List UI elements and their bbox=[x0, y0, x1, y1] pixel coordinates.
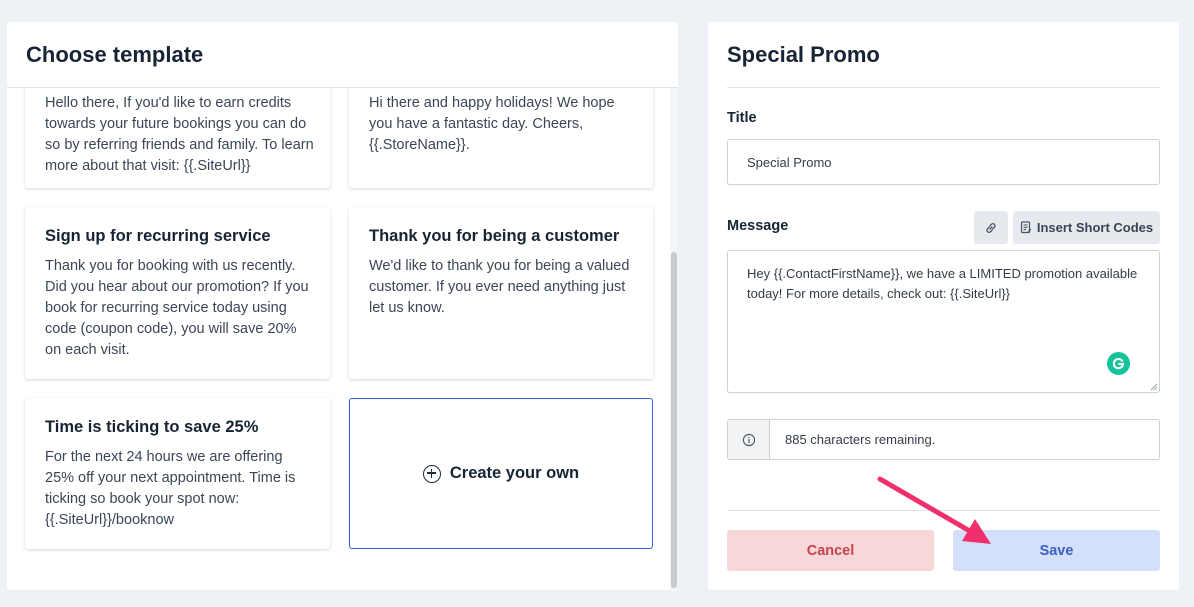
template-card-recurring[interactable]: Sign up for recurring service Thank you … bbox=[25, 207, 330, 379]
template-card-body: Hi there and happy holidays! We hope you… bbox=[369, 95, 615, 153]
info-icon bbox=[742, 433, 755, 446]
create-your-own-label: Create your own bbox=[449, 464, 580, 482]
template-card-body: For the next 24 hours we are offering 25… bbox=[45, 449, 296, 528]
template-chooser-panel: Choose template Hello there, If you'd li… bbox=[7, 22, 678, 590]
grammarly-icon[interactable] bbox=[1107, 352, 1130, 375]
template-card-thank-you[interactable]: Thank you for being a customer We'd like… bbox=[349, 207, 653, 379]
template-card-referral[interactable]: Hello there, If you'd like to earn credi… bbox=[25, 88, 330, 188]
template-list: Hello there, If you'd like to earn credi… bbox=[7, 88, 669, 590]
insert-short-codes-button[interactable]: Insert Short Codes bbox=[1013, 211, 1160, 244]
message-label: Message bbox=[727, 218, 789, 234]
template-chooser-header: Choose template bbox=[7, 22, 678, 88]
template-chooser-title: Choose template bbox=[26, 42, 204, 67]
create-your-own-card[interactable]: Create your own bbox=[349, 398, 653, 549]
template-list-scrollbar[interactable] bbox=[670, 88, 678, 590]
template-card-body: Thank you for booking with us recently. … bbox=[45, 258, 309, 358]
template-card-body: Hello there, If you'd like to earn credi… bbox=[45, 95, 314, 174]
template-card-title: Thank you for being a customer bbox=[369, 227, 620, 245]
template-card-time-ticking[interactable]: Time is ticking to save 25% For the next… bbox=[25, 398, 330, 549]
create-your-own-content: Create your own bbox=[422, 464, 580, 483]
editor-title: Special Promo bbox=[727, 42, 880, 67]
insert-short-codes-label: Insert Short Codes bbox=[1036, 220, 1154, 235]
characters-remaining-text: 885 characters remaining. bbox=[785, 432, 936, 447]
template-card-body: We'd like to thank you for being a value… bbox=[369, 258, 630, 316]
header-divider bbox=[727, 87, 1160, 88]
message-text: Hey {{.ContactFirstName}}, we have a LIM… bbox=[747, 266, 1138, 301]
title-label: Title bbox=[727, 110, 757, 126]
insert-link-button[interactable] bbox=[974, 211, 1008, 244]
plus-circle-icon bbox=[422, 464, 441, 483]
link-icon bbox=[986, 222, 996, 233]
info-cell bbox=[728, 420, 770, 459]
resize-grip-icon[interactable] bbox=[1149, 382, 1158, 391]
grammarly-g-glyph bbox=[1112, 358, 1125, 370]
template-card-holidays[interactable]: Hi there and happy holidays! We hope you… bbox=[349, 88, 653, 188]
message-textarea[interactable]: Hey {{.ContactFirstName}}, we have a LIM… bbox=[727, 250, 1160, 393]
template-editor-panel: Special Promo Title Message Insert Short… bbox=[708, 22, 1179, 590]
save-button[interactable]: Save bbox=[953, 530, 1160, 571]
characters-remaining-box: 885 characters remaining. bbox=[727, 419, 1160, 460]
document-icon bbox=[1020, 221, 1032, 234]
footer-divider bbox=[727, 510, 1160, 511]
title-input[interactable] bbox=[727, 139, 1160, 185]
scrollbar-thumb[interactable] bbox=[671, 252, 677, 588]
template-card-title: Sign up for recurring service bbox=[45, 227, 271, 245]
cancel-button[interactable]: Cancel bbox=[727, 530, 934, 571]
template-card-title: Time is ticking to save 25% bbox=[45, 418, 259, 436]
